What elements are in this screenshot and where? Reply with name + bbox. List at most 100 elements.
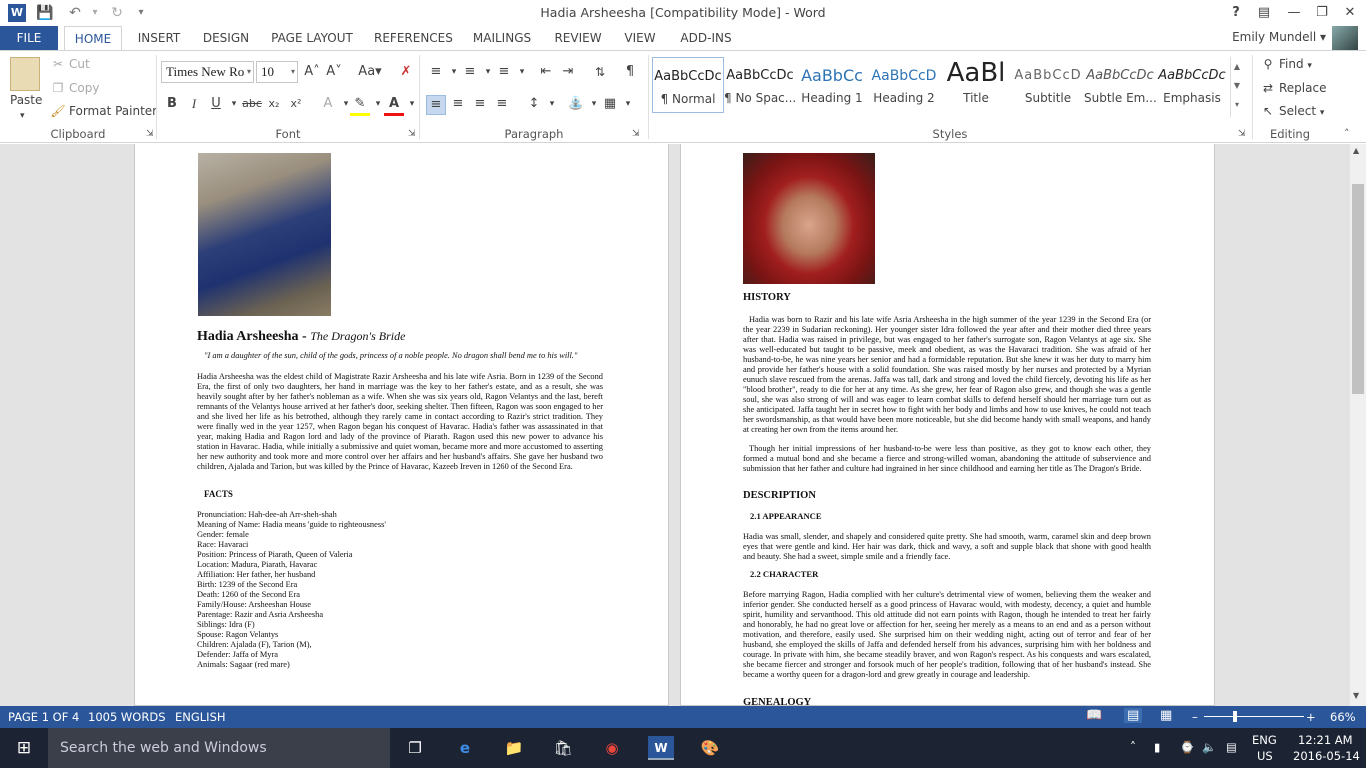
tab-add-ins[interactable]: ADD-INS — [678, 26, 734, 50]
bullets-icon[interactable]: ≡ — [426, 63, 446, 81]
clipboard-launcher-icon[interactable]: ⇲ — [146, 129, 154, 139]
tab-file[interactable]: FILE — [0, 26, 58, 50]
zoom-level[interactable]: 66% — [1330, 710, 1356, 724]
show-hidden-icons-icon[interactable]: ˄ — [1130, 740, 1136, 754]
subscript-icon[interactable]: x₂ — [264, 95, 284, 113]
store-icon[interactable]: 🛍 — [550, 736, 576, 760]
line-spacing-dropdown-icon[interactable]: ▾ — [542, 95, 562, 113]
clock-time[interactable]: 12:21 AM — [1298, 733, 1353, 747]
styles-scroll-icon[interactable]: ▲ ▼ ▾ — [1230, 57, 1243, 117]
highlight-icon[interactable]: ✎ — [350, 95, 370, 116]
replace-button[interactable]: ⇄ Replace — [1260, 79, 1327, 97]
wifi-icon[interactable]: ⌚ — [1180, 740, 1194, 754]
paint-icon[interactable]: 🎨 — [697, 736, 723, 760]
edge-icon[interactable]: e — [452, 736, 478, 760]
increase-indent-icon[interactable]: ⇥ — [558, 63, 578, 81]
scroll-up-icon[interactable]: ▲ — [1353, 146, 1359, 155]
justify-icon[interactable]: ≡ — [492, 95, 512, 113]
word-count-status[interactable]: 1005 WORDS — [88, 710, 166, 724]
borders-icon[interactable]: ▦ — [600, 95, 620, 113]
tab-page-layout[interactable]: PAGE LAYOUT — [270, 26, 354, 50]
vertical-scrollbar[interactable]: ▲ ▼ — [1350, 144, 1366, 706]
grow-font-icon[interactable]: A˄ — [302, 63, 322, 81]
tab-review[interactable]: REVIEW — [553, 26, 603, 50]
styles-launcher-icon[interactable]: ⇲ — [1238, 129, 1246, 139]
tab-design[interactable]: DESIGN — [201, 26, 251, 50]
chrome-icon[interactable]: ◉ — [599, 736, 625, 760]
align-center-icon[interactable]: ≡ — [448, 95, 468, 113]
style-subtitle[interactable]: AaBbCcD Subtitle — [1012, 57, 1084, 113]
minimize-button[interactable]: — — [1284, 3, 1304, 23]
paste-button[interactable]: Paste — [10, 91, 42, 109]
scroll-down-icon[interactable]: ▼ — [1353, 691, 1359, 700]
show-formatting-marks-icon[interactable]: ¶ — [620, 63, 640, 81]
change-case-icon[interactable]: Aa▾ — [356, 63, 384, 81]
tab-mailings[interactable]: MAILINGS — [471, 26, 533, 50]
tab-home[interactable]: HOME — [64, 26, 122, 51]
file-explorer-icon[interactable]: 📁 — [501, 736, 527, 760]
decrease-indent-icon[interactable]: ⇤ — [536, 63, 556, 81]
select-button[interactable]: ↖ Select ▾ — [1260, 102, 1324, 122]
style-no-spacing[interactable]: AaBbCcDc ¶ No Spac... — [724, 57, 796, 113]
language-status[interactable]: ENGLISH — [175, 710, 226, 724]
page-count-status[interactable]: PAGE 1 OF 4 — [8, 710, 79, 724]
paragraph-launcher-icon[interactable]: ⇲ — [632, 129, 640, 139]
style-emphasis[interactable]: AaBbCcDc Emphasis — [1156, 57, 1228, 113]
font-launcher-icon[interactable]: ⇲ — [408, 129, 416, 139]
style-title[interactable]: AaBl Title — [940, 57, 1012, 113]
style-heading-1[interactable]: AaBbCc Heading 1 — [796, 57, 868, 113]
volume-icon[interactable]: 🔈 — [1202, 740, 1216, 754]
find-button[interactable]: ⚲ Find ▾ — [1260, 55, 1312, 75]
close-button[interactable]: ✕ — [1340, 3, 1360, 23]
multilevel-dropdown-icon[interactable]: ▾ — [512, 63, 532, 81]
document-page-2[interactable]: HISTORY Hadia was born to Razir and his … — [680, 144, 1215, 706]
zoom-in-icon[interactable]: + — [1306, 710, 1316, 724]
clear-formatting-icon[interactable]: ✗ — [396, 63, 416, 81]
restore-button[interactable]: ❐ — [1312, 3, 1332, 23]
web-layout-icon[interactable]: ▦ — [1160, 708, 1172, 723]
style-heading-2[interactable]: AaBbCcD Heading 2 — [868, 57, 940, 113]
document-workspace[interactable]: Hadia Arsheesha - The Dragon's Bride "I … — [0, 144, 1350, 706]
help-icon[interactable]: ? — [1226, 3, 1246, 23]
zoom-slider-thumb[interactable] — [1233, 711, 1237, 722]
ribbon-display-options-icon[interactable]: ▤ — [1254, 3, 1274, 23]
style-normal[interactable]: AaBbCcDc ¶ Normal — [652, 57, 724, 113]
tab-insert[interactable]: INSERT — [136, 26, 182, 50]
strikethrough-icon[interactable]: abc — [242, 95, 262, 113]
cut-button[interactable]: ✂ Cut — [50, 55, 90, 73]
text-effects-icon[interactable]: A — [318, 95, 338, 113]
notifications-icon[interactable]: ▤ — [1226, 740, 1237, 754]
style-subtle-emphasis[interactable]: AaBbCcDc Subtle Em... — [1084, 57, 1156, 113]
line-spacing-icon[interactable]: ↕ — [524, 95, 544, 113]
windows-start-icon[interactable]: ⊞ — [11, 736, 37, 760]
superscript-icon[interactable]: x² — [286, 95, 306, 113]
tab-references[interactable]: REFERENCES — [374, 26, 453, 50]
align-left-icon[interactable]: ≡ — [426, 95, 446, 115]
taskbar-search-box[interactable]: Search the web and Windows — [48, 728, 390, 768]
zoom-out-icon[interactable]: – — [1192, 710, 1198, 724]
underline-dropdown-icon[interactable]: ▾ — [224, 95, 244, 113]
sort-icon[interactable]: ⇅ — [590, 63, 610, 81]
multilevel-list-icon[interactable]: ≡ — [494, 63, 514, 81]
font-color-icon[interactable]: A — [384, 95, 404, 116]
read-mode-icon[interactable]: 📖 — [1086, 708, 1102, 723]
task-view-icon[interactable]: ❐ — [402, 736, 428, 760]
zoom-slider-track[interactable] — [1204, 716, 1304, 717]
shading-icon[interactable]: ⛲ — [566, 95, 586, 113]
scrollbar-thumb[interactable] — [1352, 184, 1364, 394]
word-taskbar-icon[interactable]: W — [648, 736, 674, 760]
user-name[interactable]: Emily Mundell ▾ — [1232, 30, 1326, 44]
collapse-ribbon-icon[interactable]: ˄ — [1344, 127, 1350, 140]
format-painter-button[interactable]: 🖌 Format Painter — [50, 102, 157, 120]
input-language-primary[interactable]: ENG — [1252, 733, 1277, 747]
numbering-icon[interactable]: ≡ — [460, 63, 480, 81]
align-right-icon[interactable]: ≡ — [470, 95, 490, 113]
font-size-box[interactable]: 10 ▾ — [256, 61, 298, 83]
clock-date[interactable]: 2016-05-14 — [1293, 749, 1360, 763]
copy-button[interactable]: ❐ Copy — [50, 79, 100, 97]
bold-icon[interactable]: B — [162, 95, 182, 113]
font-name-box[interactable]: Times New Ro ▾ — [161, 61, 254, 83]
input-language-region[interactable]: US — [1257, 749, 1273, 763]
paste-dropdown-icon[interactable]: ▾ — [20, 107, 25, 125]
tab-view[interactable]: VIEW — [622, 26, 658, 50]
